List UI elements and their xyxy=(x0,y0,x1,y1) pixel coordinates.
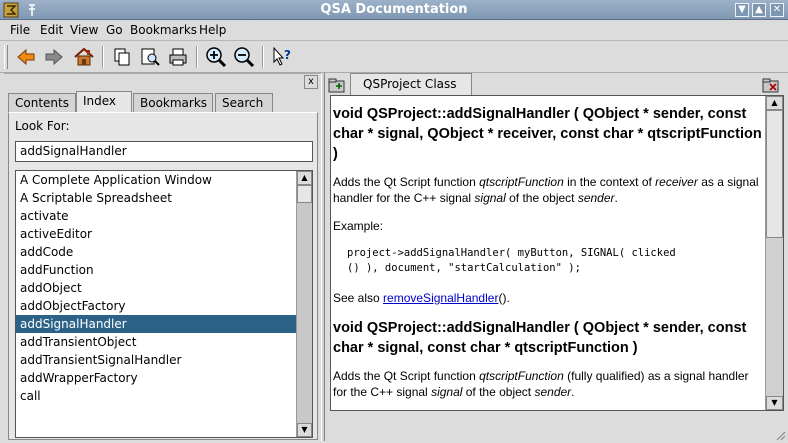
forward-button[interactable] xyxy=(42,45,66,69)
param-name: sender xyxy=(577,191,615,205)
scroll-up-arrow[interactable]: ▲ xyxy=(297,171,312,185)
text-run: Adds the Qt Script function xyxy=(333,175,480,189)
sidebar-close-button[interactable]: x xyxy=(304,75,318,89)
description-paragraph-1: Adds the Qt Script function qtscriptFunc… xyxy=(333,174,765,206)
back-button[interactable] xyxy=(14,45,38,69)
scroll-thumb[interactable] xyxy=(297,185,312,203)
list-item[interactable]: activate xyxy=(16,207,297,225)
zoom-out-icon xyxy=(234,47,255,68)
scroll-down-arrow[interactable]: ▼ xyxy=(297,423,312,437)
param-name: qtscriptFunction xyxy=(479,175,564,189)
scroll-up-arrow[interactable]: ▲ xyxy=(766,96,783,110)
list-item[interactable]: addFunction xyxy=(16,261,297,279)
list-item[interactable]: activeEditor xyxy=(16,225,297,243)
index-search-input[interactable]: addSignalHandler xyxy=(15,141,313,162)
list-item[interactable]: addCode xyxy=(16,243,297,261)
toolbar-separator xyxy=(196,46,198,68)
find-button[interactable] xyxy=(138,45,162,69)
code-example: project->addSignalHandler( myButton, SIG… xyxy=(347,247,676,274)
document-scrollbar[interactable]: ▲ ▼ xyxy=(765,96,783,410)
text-run: (). xyxy=(498,291,510,305)
menu-file[interactable]: File xyxy=(10,23,30,37)
zoom-in-button[interactable] xyxy=(204,45,228,69)
toolbar-handle[interactable] xyxy=(4,45,8,69)
resize-grip-icon[interactable] xyxy=(774,429,786,441)
example-label: Example: xyxy=(333,219,384,233)
menu-help[interactable]: Help xyxy=(199,23,226,37)
description-paragraph-2: Adds the Qt Script function qtscriptFunc… xyxy=(333,368,765,400)
panel-splitter[interactable] xyxy=(321,73,325,441)
index-list[interactable]: A Complete Application Window A Scriptabl… xyxy=(15,170,313,438)
param-name: signal xyxy=(431,385,463,399)
copy-button[interactable] xyxy=(110,45,134,69)
maximize-button[interactable]: ▲ xyxy=(752,3,766,17)
text-run: . xyxy=(571,385,575,399)
menu-view[interactable]: View xyxy=(70,23,98,37)
menu-go[interactable]: Go xyxy=(106,23,123,37)
text-run: of the object xyxy=(462,385,535,399)
remove-signal-handler-link[interactable]: removeSignalHandler xyxy=(383,291,498,305)
text-run: See also xyxy=(333,291,384,305)
home-button[interactable] xyxy=(72,45,96,69)
index-list-scrollbar[interactable]: ▲ ▼ xyxy=(296,171,312,437)
param-name: signal xyxy=(474,191,506,205)
print-icon xyxy=(169,48,187,66)
menu-edit[interactable]: Edit xyxy=(40,23,63,37)
close-tab-icon[interactable] xyxy=(762,77,780,93)
minimize-button[interactable]: ▼ xyxy=(735,3,749,17)
title-bar: QSA Documentation ▼ ▲ ✕ xyxy=(0,0,788,20)
svg-text:?: ? xyxy=(284,48,291,62)
document-content: void QSProject::addSignalHandler ( QObje… xyxy=(331,96,765,410)
see-also: See also removeSignalHandler(). xyxy=(333,290,765,306)
whats-this-icon: ? xyxy=(273,46,291,66)
menu-bar: File Edit View Go Bookmarks Help xyxy=(0,20,788,41)
find-icon xyxy=(141,48,160,66)
tab-search[interactable]: Search xyxy=(215,93,273,113)
tab-qsproject-class[interactable]: QSProject Class xyxy=(350,73,472,95)
list-item[interactable]: addTransientObject xyxy=(16,333,297,351)
toolbar: ? xyxy=(0,41,788,73)
list-item[interactable]: addTransientSignalHandler xyxy=(16,351,297,369)
text-run: . xyxy=(614,191,618,205)
scroll-down-arrow[interactable]: ▼ xyxy=(766,396,783,410)
list-item[interactable]: addObjectFactory xyxy=(16,297,297,315)
zoom-out-button[interactable] xyxy=(232,45,256,69)
look-for-label: Look For: xyxy=(15,119,70,133)
scroll-thumb[interactable] xyxy=(766,110,783,238)
function-heading-2: void QSProject::addSignalHandler ( QObje… xyxy=(333,320,747,356)
text-run: in the context of xyxy=(563,175,656,189)
sidebar-panel: x Contents Index Bookmarks Search Look F… xyxy=(4,73,322,441)
list-item[interactable]: addSignalHandler xyxy=(16,315,297,333)
toolbar-separator xyxy=(262,46,264,68)
tab-index[interactable]: Index xyxy=(76,91,132,113)
window-title: QSA Documentation xyxy=(320,2,468,17)
list-item[interactable]: addWrapperFactory xyxy=(16,369,297,387)
text-run: of the object xyxy=(505,191,578,205)
list-item[interactable]: call xyxy=(16,387,297,405)
list-item[interactable]: A Complete Application Window xyxy=(16,171,297,189)
copy-icon xyxy=(114,48,130,66)
document-panel: QSProject Class void QSProject::addSigna… xyxy=(326,73,786,441)
list-item[interactable]: addObject xyxy=(16,279,297,297)
close-button[interactable]: ✕ xyxy=(770,3,784,17)
back-icon xyxy=(17,48,35,66)
index-tab-page: Look For: addSignalHandler A Complete Ap… xyxy=(8,112,318,440)
param-name: qtscriptFunction xyxy=(479,369,564,383)
tab-bookmarks[interactable]: Bookmarks xyxy=(133,93,213,113)
param-name: receiver xyxy=(655,175,698,189)
list-item[interactable]: A Scriptable Spreadsheet xyxy=(16,189,297,207)
param-name: sender xyxy=(534,385,572,399)
print-button[interactable] xyxy=(166,45,190,69)
tab-contents[interactable]: Contents xyxy=(8,93,76,113)
whats-this-button[interactable]: ? xyxy=(270,45,294,69)
toolbar-separator xyxy=(102,46,104,68)
zoom-in-icon xyxy=(206,47,227,68)
document-view[interactable]: void QSProject::addSignalHandler ( QObje… xyxy=(330,95,784,411)
new-tab-icon[interactable] xyxy=(328,77,346,93)
function-heading-1: void QSProject::addSignalHandler ( QObje… xyxy=(333,106,762,162)
forward-icon xyxy=(45,48,63,66)
menu-bookmarks[interactable]: Bookmarks xyxy=(130,23,197,37)
text-run: Adds the Qt Script function xyxy=(333,369,480,383)
home-icon xyxy=(74,47,94,66)
